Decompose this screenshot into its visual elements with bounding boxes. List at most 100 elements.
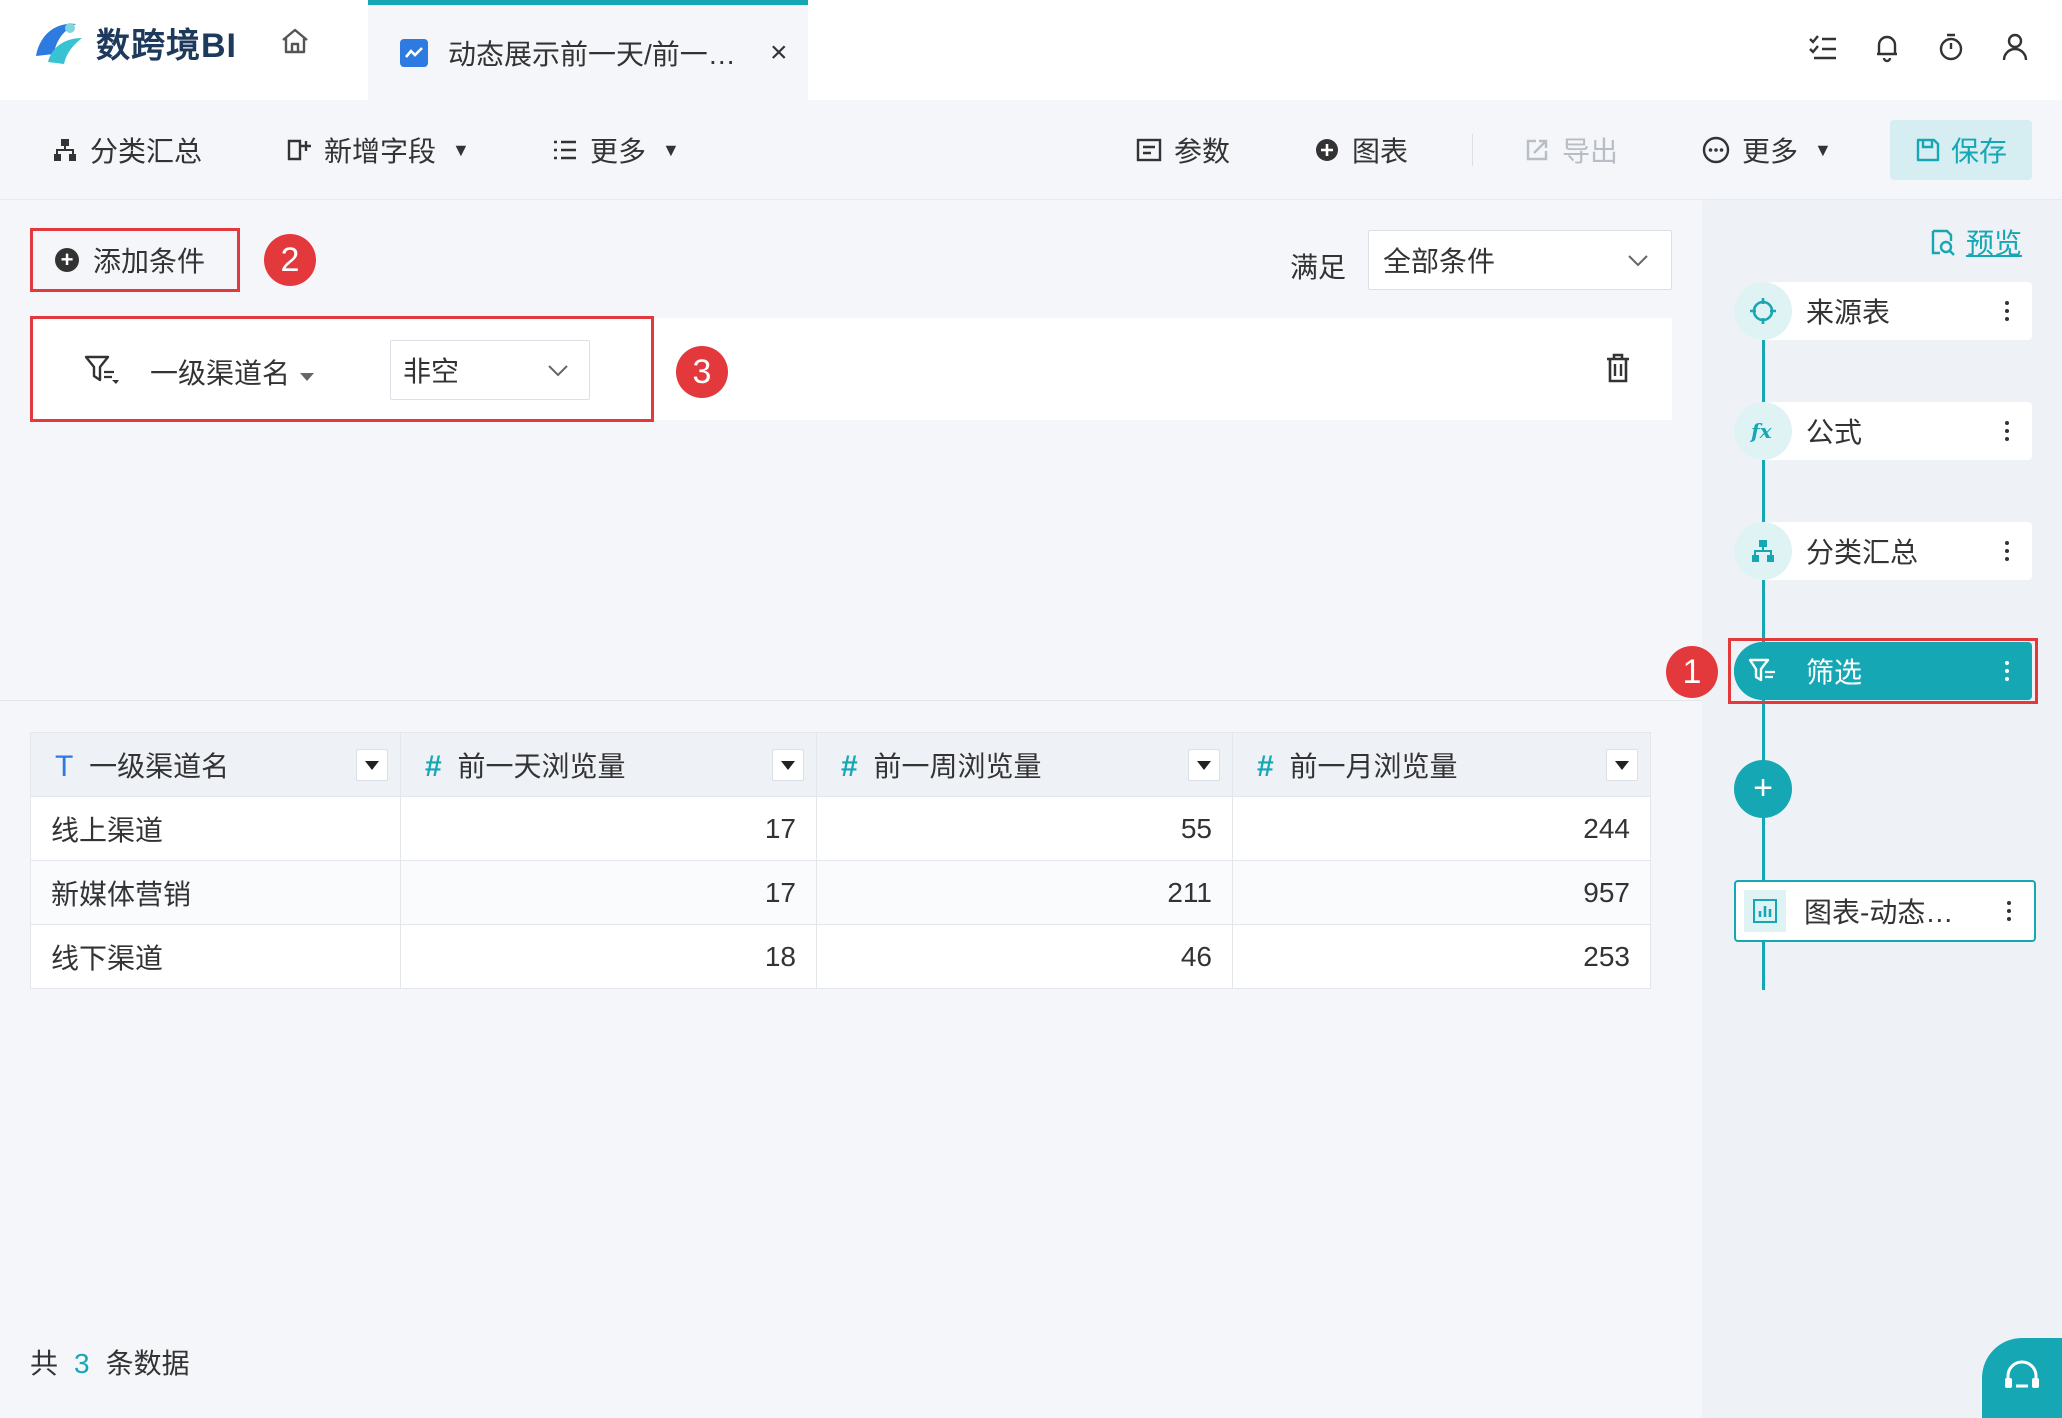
flow-node-formula[interactable]: fx 公式: [1734, 402, 2032, 460]
toolbar-divider: [1472, 134, 1473, 166]
preview-icon: [1931, 229, 1955, 256]
column-menu-button[interactable]: [1606, 749, 1638, 781]
params-button[interactable]: 参数: [1136, 128, 1230, 172]
column-header[interactable]: # 前一周浏览量: [816, 732, 1233, 797]
chart-button[interactable]: 图表: [1314, 128, 1408, 172]
flow-node-label: 筛选: [1806, 657, 1863, 688]
customer-support-button[interactable]: [1982, 1338, 2062, 1418]
top-right-icons: [1806, 30, 2032, 64]
save-button[interactable]: 保存: [1890, 120, 2032, 180]
number-type-icon: #: [1257, 749, 1274, 783]
condition-operator-value: 非空: [403, 356, 460, 387]
chart-label: 图表: [1352, 136, 1409, 167]
trash-icon[interactable]: [1604, 352, 1632, 384]
save-icon: [1916, 138, 1940, 162]
add-field-button[interactable]: 新增字段 ▼: [286, 128, 470, 172]
flow-node-filter[interactable]: 筛选: [1734, 642, 2032, 700]
table-cell: 线上渠道: [30, 796, 401, 861]
column-header[interactable]: # 前一月浏览量: [1232, 732, 1651, 797]
svg-text:fx: fx: [1749, 419, 1773, 443]
app-logo[interactable]: 数跨境BI: [30, 16, 237, 68]
caret-down-icon: [300, 373, 315, 381]
filter-editor-panel: + 添加条件 2 满足 全部条件 一级渠道名 非空 3 T 一级渠道名 # 前一…: [0, 200, 1702, 1418]
flow-node-label: 公式: [1806, 417, 1863, 448]
plus-circle-icon: [1316, 139, 1338, 161]
bar-chart-icon: [1744, 890, 1786, 932]
flow-node-label: 图表-动态…: [1804, 897, 1954, 928]
add-condition-button[interactable]: + 添加条件: [30, 228, 240, 292]
satisfy-value: 全部条件: [1383, 246, 1496, 277]
column-header-label: 前一天浏览量: [457, 750, 626, 782]
tab-active-dashboard[interactable]: 动态展示前一天/前一… ×: [368, 0, 808, 100]
flow-node-group-summary[interactable]: 分类汇总: [1734, 522, 2032, 580]
annotation-badge-3: 3: [676, 346, 728, 398]
flow-node-label: 来源表: [1806, 297, 1891, 328]
annotation-badge-2: 2: [264, 234, 316, 286]
node-menu-icon[interactable]: [1992, 421, 2022, 441]
app-name: 数跨境BI: [96, 26, 237, 65]
list-icon: [554, 140, 576, 160]
satisfy-label: 满足: [1290, 252, 1347, 283]
column-header-label: 前一月浏览量: [1289, 750, 1458, 782]
task-list-icon[interactable]: [1806, 30, 1840, 64]
toolbar: 分类汇总 新增字段 ▼ 更多 ▼ 参数 图表 导出 更多 ▼ 保存: [0, 100, 2062, 200]
add-field-label: 新增字段: [324, 136, 437, 167]
user-icon[interactable]: [1998, 30, 2032, 64]
crosshair-icon: [1734, 282, 1792, 340]
chat-support-icon: [2005, 1360, 2039, 1388]
caret-down-icon: ▼: [452, 139, 470, 160]
condition-field-select[interactable]: 一级渠道名: [150, 352, 315, 392]
table-cell: 17: [400, 796, 817, 861]
more-menu-left[interactable]: 更多 ▼: [552, 128, 680, 172]
preview-link[interactable]: 预览: [1928, 222, 2022, 262]
column-header[interactable]: T 一级渠道名: [30, 732, 401, 797]
column-menu-button[interactable]: [356, 749, 388, 781]
more-circle-icon: [1702, 136, 1730, 164]
more-menu-right[interactable]: 更多 ▼: [1702, 128, 1832, 172]
tab-close-button[interactable]: ×: [770, 36, 788, 70]
group-summary-button[interactable]: 分类汇总: [52, 128, 202, 172]
table-cell: 线下渠道: [30, 924, 401, 989]
table-cell: 17: [400, 860, 817, 925]
filter-icon[interactable]: [84, 354, 120, 386]
node-menu-icon[interactable]: [1992, 541, 2022, 561]
params-label: 参数: [1174, 136, 1231, 167]
tab-title: 动态展示前一天/前一…: [448, 38, 736, 70]
flow-node-source[interactable]: 来源表: [1734, 282, 2032, 340]
table-cell: 253: [1232, 924, 1651, 989]
table-row: 线上渠道 17 55 244: [30, 796, 1651, 861]
filter-condition-row: 一级渠道名 非空: [30, 318, 1672, 420]
node-menu-icon[interactable]: [1994, 901, 2024, 921]
caret-down-icon: ▼: [1814, 139, 1832, 160]
table-cell: 957: [1232, 860, 1651, 925]
condition-field-label: 一级渠道名: [150, 358, 291, 389]
table-cell: 新媒体营销: [30, 860, 401, 925]
add-column-icon: [287, 139, 311, 161]
chevron-down-icon: [548, 365, 568, 377]
group-summary-label: 分类汇总: [90, 136, 203, 167]
bell-icon[interactable]: [1870, 30, 1904, 64]
node-menu-icon[interactable]: [1992, 661, 2022, 681]
text-type-icon: T: [55, 749, 74, 783]
satisfy-select[interactable]: 全部条件: [1368, 230, 1672, 290]
flow-node-label: 分类汇总: [1806, 537, 1919, 568]
condition-operator-select[interactable]: 非空: [390, 340, 590, 400]
timer-icon[interactable]: [1934, 30, 1968, 64]
column-header[interactable]: # 前一天浏览量: [400, 732, 817, 797]
column-menu-button[interactable]: [772, 749, 804, 781]
filter-icon: [1734, 642, 1792, 700]
home-icon[interactable]: [278, 24, 312, 58]
more-right-label: 更多: [1742, 136, 1799, 167]
add-condition-label: 添加条件: [93, 246, 206, 277]
export-button[interactable]: 导出: [1524, 128, 1618, 172]
table-cell: 244: [1232, 796, 1651, 861]
column-menu-button[interactable]: [1188, 749, 1220, 781]
row-count-suffix: 条数据: [105, 1348, 190, 1379]
line-chart-icon: [400, 38, 428, 67]
flow-node-chart[interactable]: 图表-动态…: [1734, 880, 2036, 942]
node-menu-icon[interactable]: [1992, 301, 2022, 321]
export-icon: [1526, 139, 1548, 161]
plus-circle-icon: +: [55, 248, 79, 272]
table-cell: 46: [816, 924, 1233, 989]
add-step-button[interactable]: +: [1734, 760, 1792, 818]
